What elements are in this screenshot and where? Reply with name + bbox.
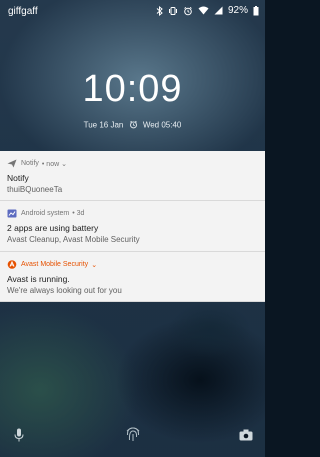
microphone-icon[interactable] [14, 428, 24, 447]
notification-header: Android system • 3d [7, 209, 84, 218]
notification-notify[interactable]: Notify • now ⌄ Notify thuiBQuoneeTa [0, 151, 265, 201]
notification-meta: • now ⌄ [41, 160, 67, 168]
lockscreen-date: Tue 16 Jan [83, 120, 124, 130]
notification-android-system[interactable]: Android system • 3d 2 apps are using bat… [0, 201, 265, 252]
battery-percent: 92% [227, 5, 248, 16]
status-bar: giffgaff 92% [0, 0, 265, 22]
notification-meta: • 3d [72, 210, 85, 217]
notification-text: thuiBQuoneeTa [7, 185, 63, 194]
notification-title: Avast is running. [7, 274, 70, 284]
lockscreen-clock: 10:09 [82, 68, 183, 110]
notification-title: Notify [7, 173, 29, 183]
battery-icon [253, 5, 259, 16]
bluetooth-icon [156, 5, 163, 16]
battery-app-icon [7, 209, 17, 218]
notification-header: Notify • now ⌄ [7, 159, 67, 168]
camera-icon[interactable] [239, 428, 253, 446]
alarm-icon [183, 6, 193, 16]
lockscreen-date-line: Tue 16 Jan Wed 05:40 [0, 120, 265, 131]
status-icons: 92% [156, 5, 259, 16]
notification-app-name: Notify [21, 160, 39, 167]
signal-icon [214, 6, 223, 15]
notification-text: We're always looking out for you [7, 286, 122, 295]
notification-header: Avast Mobile Security ⌄ [7, 260, 97, 269]
notification-title: 2 apps are using battery [7, 223, 99, 233]
carrier-name: giffgaff [8, 6, 38, 17]
wifi-icon [198, 6, 209, 15]
notification-app-name: Android system [21, 210, 70, 217]
notification-app-name: Avast Mobile Security [21, 261, 89, 268]
fingerprint-icon[interactable] [124, 424, 142, 449]
send-icon [7, 159, 17, 168]
notification-avast[interactable]: Avast Mobile Security ⌄ Avast is running… [0, 252, 265, 302]
next-alarm: Wed 05:40 [142, 120, 182, 130]
vibrate-icon [168, 6, 178, 16]
next-alarm-icon [129, 120, 138, 131]
notification-text: Avast Cleanup, Avast Mobile Security [7, 235, 140, 244]
notification-meta: ⌄ [91, 261, 98, 269]
avast-icon [7, 260, 17, 269]
